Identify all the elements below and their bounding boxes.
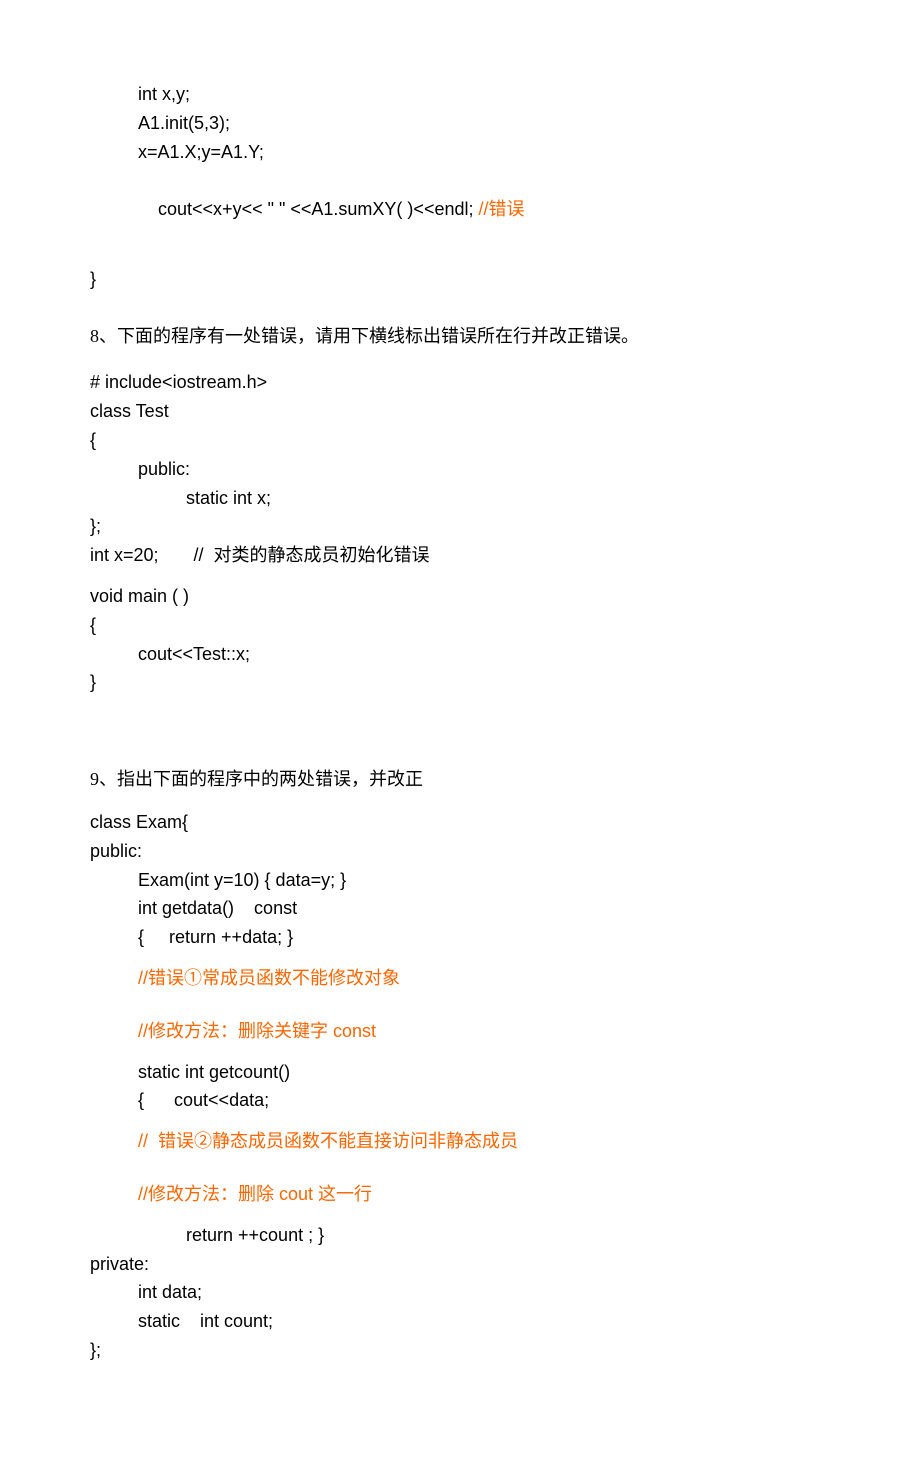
code-line: }; — [90, 1336, 830, 1365]
page-content: int x,y; A1.init(5,3); x=A1.X;y=A1.Y; co… — [0, 0, 920, 1465]
code-line: cout<<Test::x; — [90, 640, 830, 669]
code-line: { cout<<data; — [90, 1086, 830, 1115]
error-annotation-1: //错误①常成员函数不能修改对象 — [90, 964, 830, 993]
error-comment: //错误 — [478, 199, 524, 219]
code-line: static int x; — [90, 484, 830, 513]
code-line: # include<iostream.h> — [90, 368, 830, 397]
code-line: public: — [90, 837, 830, 866]
code-line: } — [90, 668, 830, 697]
code-line: class Exam{ — [90, 808, 830, 837]
code-line: x=A1.X;y=A1.Y; — [90, 138, 830, 167]
code-line: class Test — [90, 397, 830, 426]
code-line: void main ( ) — [90, 582, 830, 611]
fix-annotation-1: //修改方法：删除关键字 const — [90, 1017, 830, 1046]
code-line: int x=20; // 对类的静态成员初始化错误 — [90, 541, 830, 570]
code-line: static int count; — [90, 1307, 830, 1336]
code-line: A1.init(5,3); — [90, 109, 830, 138]
code-line: Exam(int y=10) { data=y; } — [90, 866, 830, 895]
code-line: { — [90, 611, 830, 640]
code-line: return ++count ; } — [90, 1221, 830, 1250]
code-line: } — [90, 265, 830, 294]
code-text: cout<<x+y<< " " <<A1.sumXY( )<<endl; — [158, 199, 478, 219]
fix-annotation-2: //修改方法：删除 cout 这一行 — [90, 1180, 830, 1209]
code-line: cout<<x+y<< " " <<A1.sumXY( )<<endl; //错… — [90, 166, 830, 252]
code-line: }; — [90, 512, 830, 541]
code-line: static int getcount() — [90, 1058, 830, 1087]
question-9-title: 9、指出下面的程序中的两处错误，并改正 — [90, 765, 830, 794]
code-line: int data; — [90, 1278, 830, 1307]
code-line: private: — [90, 1250, 830, 1279]
code-line: int getdata() const — [90, 894, 830, 923]
question-8-title: 8、下面的程序有一处错误，请用下横线标出错误所在行并改正错误。 — [90, 322, 830, 351]
error-annotation-2: // 错误②静态成员函数不能直接访问非静态成员 — [90, 1127, 830, 1156]
code-line: int x,y; — [90, 80, 830, 109]
code-line: public: — [90, 455, 830, 484]
code-line: { — [90, 426, 830, 455]
code-line: { return ++data; } — [90, 923, 830, 952]
